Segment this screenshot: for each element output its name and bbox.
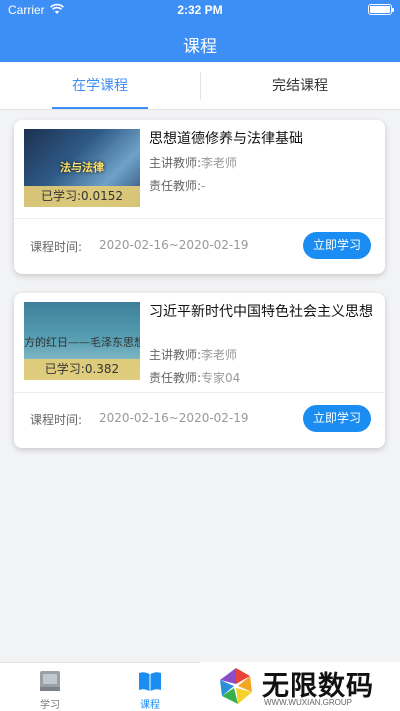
card-divider xyxy=(14,218,385,219)
responsible-name: - xyxy=(201,179,206,193)
course-title[interactable]: 思想道德修养与法律基础 xyxy=(149,130,374,149)
course-card[interactable]: 法与法律 已学习:0.0152 思想道德修养与法律基础 主讲教师:李老师 责任教… xyxy=(14,120,385,274)
page-title: 课程 xyxy=(183,37,217,57)
study-now-button[interactable]: 立即学习 xyxy=(303,405,371,432)
course-thumbnail[interactable]: 法与法律 已学习:0.0152 xyxy=(24,129,140,207)
thumbnail-caption: 法与法律 xyxy=(60,161,104,174)
course-time-value: 2020-02-16~2020-02-19 xyxy=(99,238,249,252)
lecturer-label: 主讲教师: xyxy=(149,348,202,362)
lecturer-label: 主讲教师: xyxy=(149,156,202,170)
tabbar-item-study[interactable]: 学习 xyxy=(0,663,100,711)
lecturer-row: 主讲教师:李老师 xyxy=(149,154,237,171)
course-card[interactable]: 方的红日——毛泽东思想 已学习:0.382 习近平新时代中国特色社会主义思想 主… xyxy=(14,293,385,448)
study-progress: 已学习:0.382 xyxy=(24,359,140,380)
book-icon xyxy=(40,671,60,691)
card-divider xyxy=(14,392,385,393)
course-thumbnail[interactable]: 方的红日——毛泽东思想 已学习:0.382 xyxy=(24,302,140,380)
tabbar-label: 学习 xyxy=(40,700,60,711)
watermark: 无限数码 WWW.WUXIAN.GROUP xyxy=(200,662,400,711)
study-progress: 已学习:0.0152 xyxy=(24,186,140,207)
course-tabs: 在学课程 完结课程 xyxy=(0,62,400,110)
tab-active-indicator xyxy=(52,107,148,109)
tabbar-item-courses[interactable]: 课程 xyxy=(100,663,200,711)
responsible-row: 责任教师:专家04 xyxy=(149,369,240,386)
lecturer-name: 李老师 xyxy=(201,348,238,362)
open-book-icon xyxy=(139,672,161,691)
status-bar: Carrier 2:32 PM xyxy=(0,0,400,20)
course-time-label: 课程时间: xyxy=(30,240,83,254)
tab-completed[interactable]: 完结课程 xyxy=(200,62,400,110)
watermark-url: WWW.WUXIAN.GROUP xyxy=(264,698,352,707)
study-now-button[interactable]: 立即学习 xyxy=(303,232,371,259)
responsible-name: 专家04 xyxy=(201,371,241,385)
course-title[interactable]: 习近平新时代中国特色社会主义思想 xyxy=(149,303,374,322)
tab-studying[interactable]: 在学课程 xyxy=(0,62,200,110)
course-time-label: 课程时间: xyxy=(30,413,83,427)
course-time-value: 2020-02-16~2020-02-19 xyxy=(99,411,249,425)
battery-icon xyxy=(368,4,394,15)
clock: 2:32 PM xyxy=(177,3,223,17)
app-header: Carrier 2:32 PM 课程 xyxy=(0,0,400,62)
responsible-label: 责任教师: xyxy=(149,371,202,385)
responsible-label: 责任教师: xyxy=(149,179,202,193)
tabbar-label: 课程 xyxy=(140,700,160,711)
lecturer-name: 李老师 xyxy=(201,156,238,170)
responsible-row: 责任教师:- xyxy=(149,177,205,194)
watermark-logo-icon xyxy=(220,668,252,704)
lecturer-row: 主讲教师:李老师 xyxy=(149,346,237,363)
thumbnail-caption: 方的红日——毛泽东思想 xyxy=(24,336,140,349)
